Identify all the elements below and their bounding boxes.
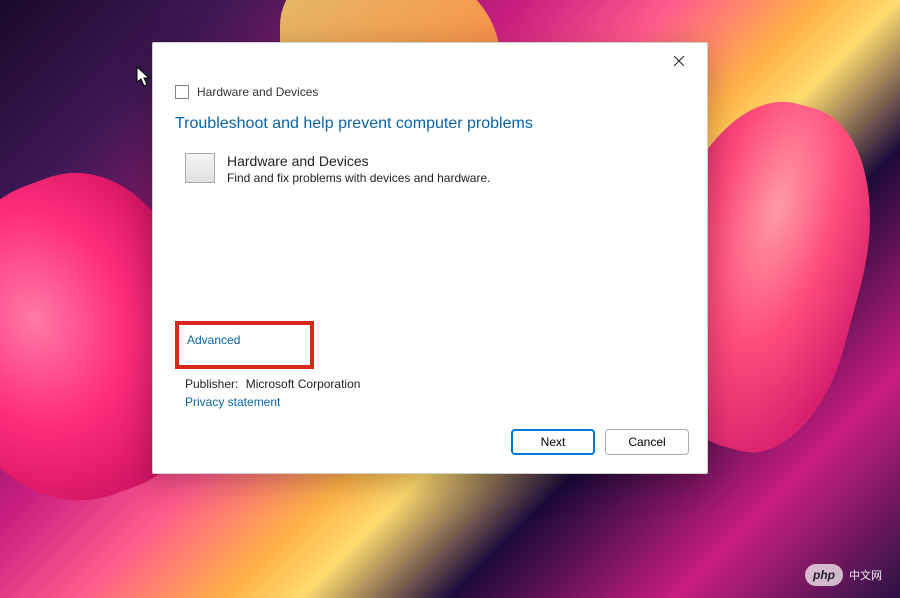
dialog-header: Hardware and Devices [153,79,707,99]
dialog-header-title: Hardware and Devices [197,85,318,99]
privacy-statement-link[interactable]: Privacy statement [175,395,280,409]
publisher-value: Microsoft Corporation [246,377,361,391]
close-icon [674,56,684,66]
main-heading: Troubleshoot and help prevent computer p… [175,115,685,133]
mouse-cursor [136,66,152,93]
troubleshooter-icon [175,85,189,99]
publisher-row: Publisher: Microsoft Corporation [175,377,575,391]
dialog-content: Troubleshoot and help prevent computer p… [153,99,707,185]
cancel-button[interactable]: Cancel [605,429,689,455]
watermark: php 中文网 [805,564,882,586]
watermark-text: 中文网 [849,567,882,583]
titlebar [153,43,707,79]
troubleshooter-dialog: Hardware and Devices Troubleshoot and he… [152,42,708,474]
close-button[interactable] [657,46,701,76]
section-heading: Hardware and Devices [227,153,490,169]
next-button[interactable]: Next [511,429,595,455]
footer-area: Advanced Publisher: Microsoft Corporatio… [175,321,575,411]
publisher-label: Publisher: [185,377,238,391]
button-bar: Next Cancel [511,429,689,455]
device-icon [185,153,215,183]
watermark-badge: php [805,564,843,586]
highlight-box: Advanced [175,321,314,369]
hardware-section: Hardware and Devices Find and fix proble… [175,153,685,185]
section-description: Find and fix problems with devices and h… [227,171,490,185]
advanced-link[interactable]: Advanced [187,333,240,347]
